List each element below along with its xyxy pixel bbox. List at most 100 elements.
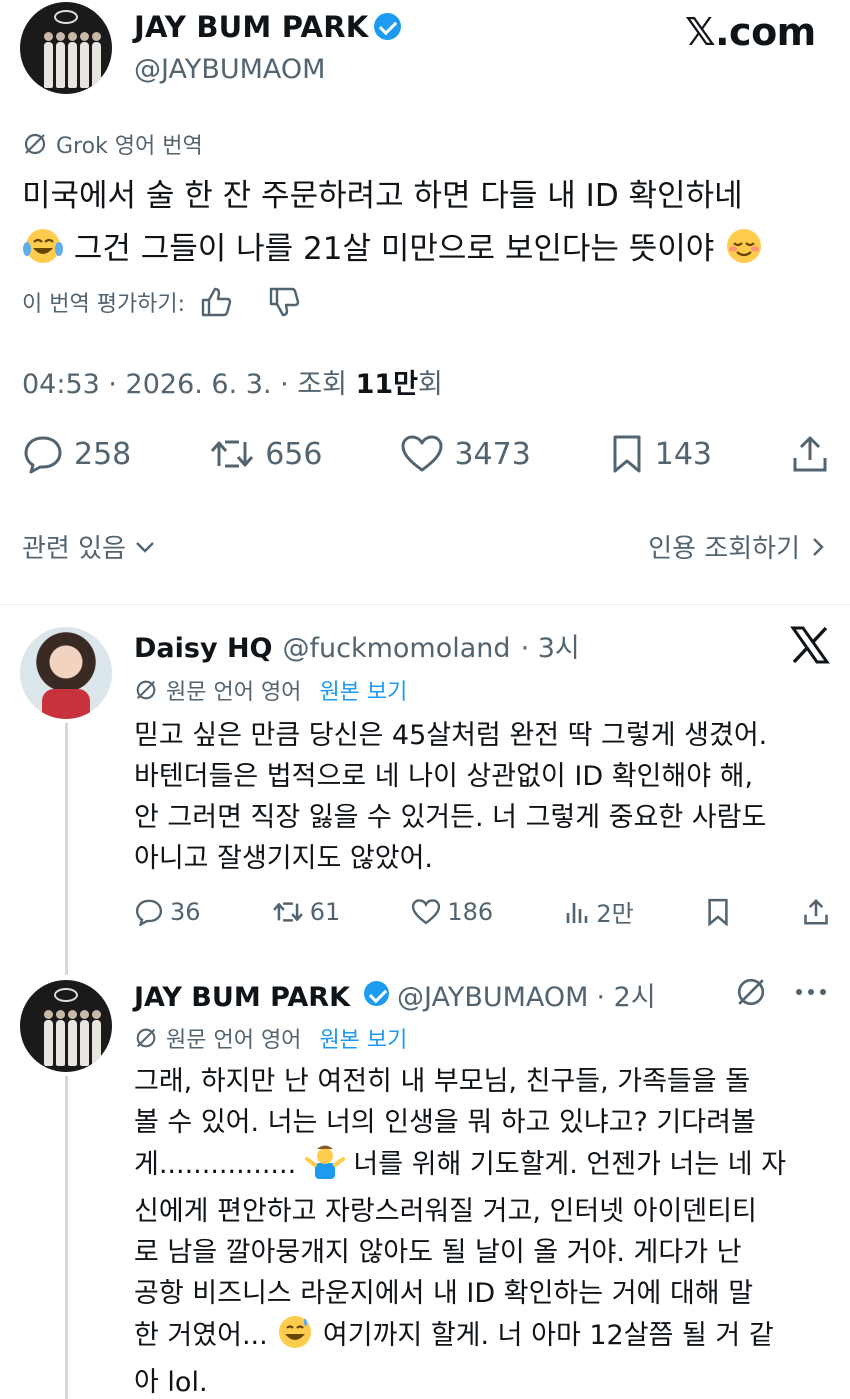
tweet-text-line-2-content: 그건 그들이 나를 21살 미만으로 보인다는 뜻이야: [73, 231, 715, 267]
repost-icon: [272, 901, 303, 922]
chevron-right-icon: [813, 537, 824, 556]
reply2-line-part: 한 거였어...: [134, 1320, 268, 1351]
author-avatar[interactable]: [20, 2, 112, 94]
reply2-line: 공항 비즈니스 라운지에서 내 ID 확인하는 거에 대해 말: [134, 1278, 754, 1309]
reply1-repost-count: 61: [309, 897, 341, 926]
x-com-watermark: 𝕏.com: [685, 10, 816, 54]
like-icon: [401, 435, 443, 472]
like-count: 3473: [454, 436, 531, 472]
bookmark-count: 143: [654, 436, 713, 472]
reply1-like-count: 186: [447, 897, 494, 926]
smiling-blush-emoji-icon: [724, 227, 764, 282]
view-count-suffix: 회: [417, 369, 443, 400]
reply1-handle[interactable]: @fuckmomoland: [283, 633, 511, 664]
reply2-show-original-link[interactable]: 원본 보기: [319, 1022, 407, 1054]
reply1-lang-row: 원문 언어 영어 원본 보기: [134, 674, 407, 706]
view-count: 11만: [355, 369, 418, 400]
reply1-display-name[interactable]: Daisy HQ: [134, 633, 273, 664]
reply-icon: [24, 436, 62, 474]
reply2-line-part: 너를 위해 기도할게. 언젠가 너는 네 자: [353, 1149, 787, 1180]
reply2-avatar[interactable]: [20, 980, 112, 1072]
reply2-time[interactable]: · 2시: [596, 975, 655, 1014]
reply1-share-button[interactable]: [802, 898, 830, 926]
reply2-line: 아 lol.: [134, 1367, 208, 1398]
reply1-line: 믿고 싶은 만큼 당신은 45살처럼 완전 딱 그렇게 생겼어.: [134, 720, 768, 751]
reply1-reply-button[interactable]: 36: [134, 898, 201, 926]
share-button[interactable]: [790, 434, 830, 474]
reply2-line: 볼 수 있어. 너는 너의 인생을 뭐 하고 있냐고? 기다려볼: [134, 1107, 756, 1138]
rate-translation-label: 이 번역 평가하기:: [22, 292, 186, 317]
reply-icon: [135, 899, 163, 926]
thumbs-down-icon[interactable]: [267, 286, 301, 318]
x-logo-icon: [790, 626, 830, 664]
author-name[interactable]: JAY BUM PARK: [134, 10, 402, 44]
reply1-time[interactable]: · 3시: [521, 626, 580, 665]
reply2-header-icons: [734, 975, 828, 1009]
reply-button[interactable]: 258: [22, 434, 131, 474]
reply1-view-count: 2만: [596, 900, 634, 928]
grok-icon: [24, 133, 46, 155]
quote-views-label: 인용 조회하기: [648, 534, 800, 564]
reply1-repost-button[interactable]: 61: [272, 897, 341, 926]
reply-count: 258: [74, 436, 132, 472]
reply2-text: 그래, 하지만 난 여전히 내 부모님, 친구들, 가족들을 돌 볼 수 있어.…: [134, 1061, 834, 1399]
translate-label: Grok 영어 번역: [56, 134, 203, 159]
reply1-bookmark-button[interactable]: [705, 898, 731, 926]
reply2-line: 한 거였어... 여기까지 할게. 너 아마 12살쯤 될 거 같: [134, 1314, 834, 1362]
bookmark-icon: [708, 898, 728, 926]
author-handle[interactable]: @JAYBUMAOM: [134, 54, 325, 85]
reply1-show-original-link[interactable]: 원본 보기: [319, 674, 407, 706]
repost-button[interactable]: 656: [209, 436, 322, 472]
repost-icon: [211, 440, 254, 468]
related-dropdown[interactable]: 관련 있음: [22, 528, 156, 565]
reply1-text: 믿고 싶은 만큼 당신은 45살처럼 완전 딱 그렇게 생겼어. 바텐더들은 법…: [134, 715, 834, 879]
tweet-text-line-1: 미국에서 술 한 잔 주문하려고 하면 다들 내 ID 확인하네: [22, 178, 743, 214]
verified-badge-icon: [374, 13, 402, 40]
quote-views-link[interactable]: 인용 조회하기: [648, 528, 826, 565]
related-label: 관련 있음: [22, 534, 126, 564]
grok-icon[interactable]: [734, 975, 768, 1009]
tears-of-joy-emoji-icon: [22, 227, 64, 282]
reply2-line: 로 남을 깔아뭉개지 않아도 될 날이 올 거야. 게다가 난: [134, 1237, 742, 1268]
reply1-line: 바텐더들은 법적으로 네 나이 상관없이 ID 확인해야 해,: [134, 761, 754, 792]
tweet-actions: 258 656 3473 143: [22, 434, 830, 474]
reply2-line: 그래, 하지만 난 여전히 내 부모님, 친구들, 가족들을 돌: [134, 1066, 751, 1097]
reply1-reply-count: 36: [170, 897, 201, 926]
author-display-name[interactable]: JAY BUM PARK: [134, 10, 368, 44]
reply2-lang-label: 원문 언어 영어: [166, 1028, 302, 1053]
share-icon: [804, 898, 828, 924]
tweet-text-line-2: 그건 그들이 나를 21살 미만으로 보인다는 뜻이야: [22, 223, 832, 282]
reply2-line-part: 여기까지 할게. 너 아마 12살쯤 될 거 같: [322, 1320, 774, 1351]
reply1-lang-label: 원문 언어 영어: [166, 680, 302, 705]
person-shrugging-emoji-icon: [304, 1143, 345, 1191]
section-divider: [0, 604, 850, 605]
reply2-lang-row: 원문 언어 영어 원본 보기: [134, 1022, 407, 1054]
more-icon[interactable]: [794, 987, 828, 997]
like-button[interactable]: 3473: [400, 434, 531, 474]
reply1-views-button[interactable]: 2만: [564, 894, 634, 929]
reply2-header: JAY BUM PARK @JAYBUMAOM · 2시: [134, 975, 656, 1014]
grok-icon: [136, 1028, 156, 1048]
reply1-line: 안 그러면 직장 잃을 수 있거든. 너 그렇게 중요한 사람도: [134, 802, 767, 833]
bookmark-icon: [613, 435, 641, 473]
reply2-line: 게................ 너를 위해 기도할게. 언젠가 너는 네 자: [134, 1143, 834, 1191]
chevron-down-icon: [136, 541, 154, 553]
tweet-text: 미국에서 술 한 잔 주문하려고 하면 다들 내 ID 확인하네 그건 그들이 …: [22, 170, 832, 282]
repost-count: 656: [265, 436, 323, 472]
reply1-like-button[interactable]: 186: [411, 898, 493, 926]
share-icon: [793, 436, 827, 472]
reply2-handle[interactable]: @JAYBUMAOM: [397, 982, 588, 1013]
reply2-display-name[interactable]: JAY BUM PARK: [134, 982, 350, 1013]
reply1-actions: 36 61 186 2만: [134, 894, 830, 929]
reply1-avatar[interactable]: [20, 627, 112, 719]
timestamp-and-date[interactable]: 04:53 · 2026. 6. 3. · 조회: [22, 369, 356, 400]
reply2-line: 신에게 편안하고 자랑스러워질 거고, 인터넷 아이덴티티: [134, 1196, 757, 1227]
bookmark-button[interactable]: 143: [609, 434, 712, 474]
views-icon: [567, 902, 588, 923]
reply2-line-part: 게................: [134, 1149, 297, 1180]
thread-connector: [65, 1076, 68, 1399]
translation-source: Grok 영어 번역: [22, 128, 203, 160]
thumbs-up-icon[interactable]: [199, 286, 233, 318]
grinning-sweat-emoji-icon: [276, 1314, 314, 1362]
grok-icon: [136, 680, 156, 700]
